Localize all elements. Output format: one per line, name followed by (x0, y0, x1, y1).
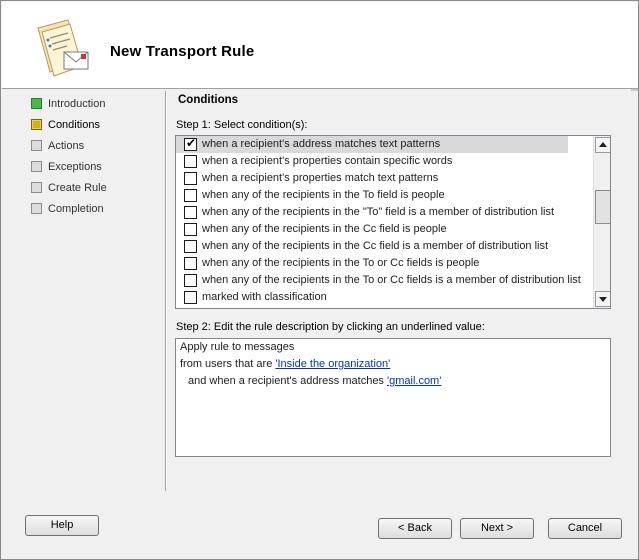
scroll-down-button[interactable] (595, 291, 610, 307)
checkmark-icon: ✔ (186, 136, 197, 150)
conditions-list[interactable]: ✔ when a recipient's address matches tex… (175, 135, 611, 309)
help-button[interactable]: Help (25, 515, 99, 536)
scroll-up-button[interactable] (595, 137, 610, 153)
nav-item-introduction: Introduction (31, 97, 107, 118)
condition-checkbox[interactable] (184, 240, 197, 253)
step-complete-icon (31, 98, 42, 109)
step1-label: Step 1: Select condition(s): (176, 119, 308, 131)
condition-row[interactable]: when any of the recipients in the Cc fie… (176, 221, 568, 238)
description-line: and when a recipient's address matches '… (188, 375, 441, 387)
step-pending-icon (31, 182, 42, 193)
scroll-thumb[interactable] (595, 190, 610, 224)
condition-label: when any of the recipients in the To fie… (202, 189, 445, 201)
condition-checkbox[interactable] (184, 189, 197, 202)
nav-item-conditions: Conditions (31, 118, 107, 139)
condition-checkbox[interactable] (184, 291, 197, 304)
step-pending-icon (31, 140, 42, 151)
description-text: and when a recipient's address matches (188, 375, 387, 387)
step2-label: Step 2: Edit the rule description by cli… (176, 321, 485, 333)
nav-item-actions: Actions (31, 139, 107, 160)
page-title: New Transport Rule (110, 43, 255, 60)
condition-label: when any of the recipients in the Cc fie… (202, 223, 447, 235)
condition-label: when any of the recipients in the To or … (202, 274, 581, 286)
cancel-button[interactable]: Cancel (548, 518, 622, 539)
condition-row[interactable]: when a recipient's properties contain sp… (176, 153, 568, 170)
step-pending-icon (31, 203, 42, 214)
nav-item-label: Exceptions (48, 161, 102, 173)
condition-row[interactable]: when any of the recipients in the "To" f… (176, 204, 568, 221)
condition-row[interactable]: marked with classification (176, 289, 568, 306)
condition-label: when any of the recipients in the To or … (202, 257, 480, 269)
nav-item-exceptions: Exceptions (31, 160, 107, 181)
condition-label: when any of the recipients in the Cc fie… (202, 240, 549, 252)
condition-checkbox[interactable] (184, 155, 197, 168)
condition-checkbox[interactable] (184, 257, 197, 270)
nav-item-label: Introduction (48, 98, 106, 110)
step-pending-icon (31, 161, 42, 172)
condition-label: marked with classification (202, 291, 327, 303)
wizard-header: New Transport Rule (2, 2, 638, 88)
condition-label: when any of the recipients in the "To" f… (202, 206, 555, 218)
condition-row[interactable]: when any of the recipients in the To or … (176, 255, 568, 272)
transport-rule-icon (37, 19, 89, 77)
description-line: Apply rule to messages (180, 341, 295, 353)
step-current-icon (31, 119, 42, 130)
header-divider (2, 88, 638, 89)
nav-item-label: Conditions (48, 119, 100, 131)
condition-row[interactable]: when a recipient's properties match text… (176, 170, 568, 187)
condition-checkbox[interactable] (184, 274, 197, 287)
section-title: Conditions (178, 94, 239, 106)
condition-row[interactable]: when any of the recipients in the To or … (176, 272, 581, 289)
arrow-down-icon (599, 297, 607, 302)
condition-row[interactable]: when any of the recipients in the To fie… (176, 187, 568, 204)
back-button[interactable]: < Back (378, 518, 452, 539)
condition-label: when a recipient's properties match text… (202, 172, 439, 184)
nav-item-label: Completion (48, 203, 104, 215)
condition-row[interactable]: when any of the recipients in the Cc fie… (176, 238, 568, 255)
wizard-steps-nav: Introduction Conditions Actions Exceptio… (31, 97, 107, 223)
condition-row[interactable]: ✔ when a recipient's address matches tex… (176, 136, 568, 153)
next-button[interactable]: Next > (460, 518, 534, 539)
condition-label: when a recipient's properties contain sp… (202, 155, 453, 167)
description-text: from users that are (180, 358, 276, 370)
condition-checkbox[interactable]: ✔ (184, 136, 197, 151)
nav-item-completion: Completion (31, 202, 107, 223)
conditions-scrollbar[interactable] (593, 136, 610, 308)
condition-checkbox[interactable] (184, 206, 197, 219)
arrow-up-icon (599, 142, 607, 147)
condition-checkbox[interactable] (184, 223, 197, 236)
address-pattern-link[interactable]: 'gmail.com' (387, 375, 441, 387)
wizard-window: New Transport Rule Introduction Conditio… (0, 0, 639, 560)
nav-item-label: Actions (48, 140, 85, 152)
sender-scope-link[interactable]: 'Inside the organization' (275, 358, 390, 370)
rule-description-box: Apply rule to messages from users that a… (175, 338, 611, 457)
nav-divider (165, 91, 167, 491)
condition-checkbox[interactable] (184, 172, 197, 185)
description-line: from users that are 'Inside the organiza… (180, 358, 390, 370)
condition-label: when a recipient's address matches text … (202, 138, 441, 150)
nav-item-create-rule: Create Rule (31, 181, 107, 202)
nav-item-label: Create Rule (48, 182, 107, 194)
